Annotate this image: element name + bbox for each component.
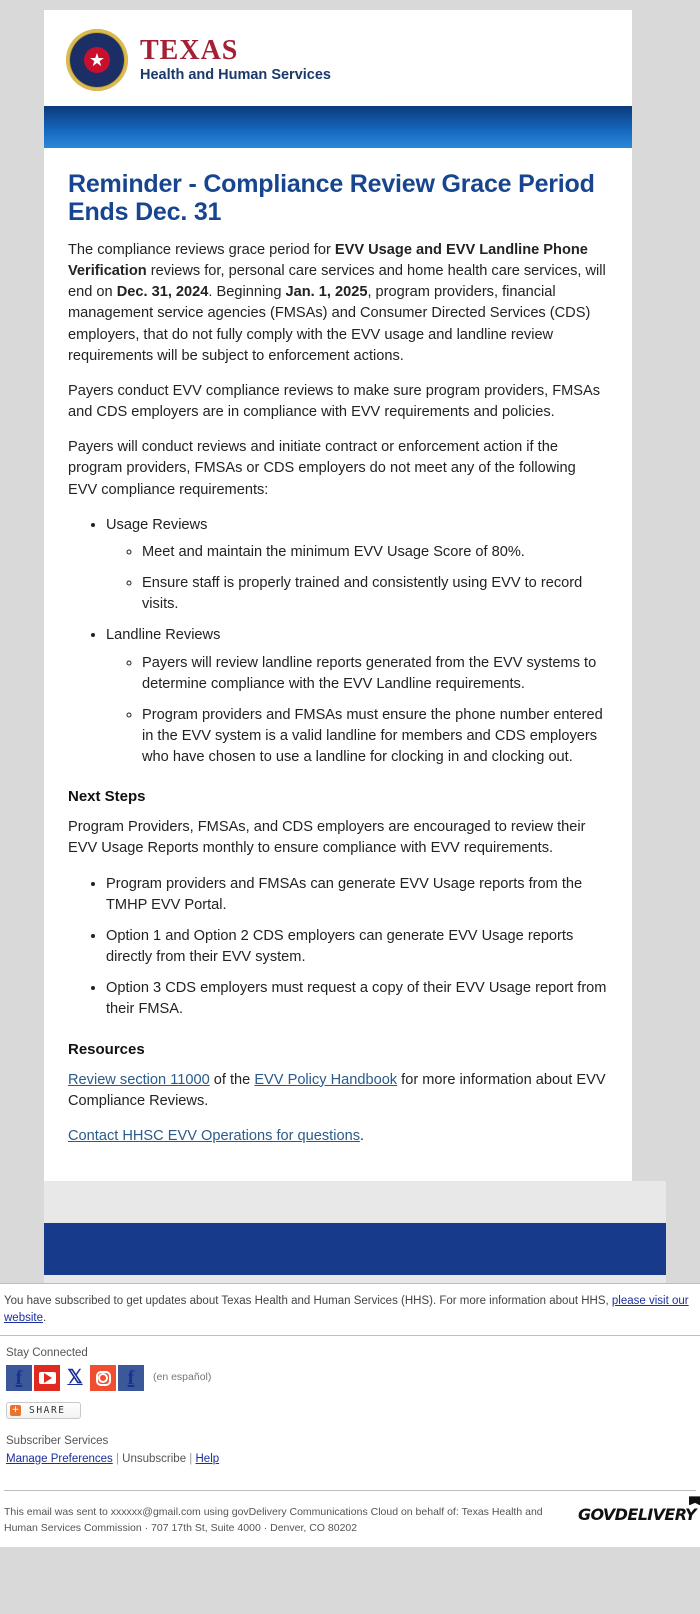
contact-paragraph: Contact HHSC EVV Operations for question… — [68, 1126, 608, 1147]
list-item: Program providers and FMSAs must ensure … — [142, 705, 608, 768]
email-tail-spacer — [44, 1181, 666, 1223]
resources-paragraph: Review section 11000 of the EVV Policy H… — [68, 1070, 608, 1112]
x-glyph: 𝕏 — [67, 1367, 83, 1389]
paragraph-3: Payers will conduct reviews and initiate… — [68, 439, 576, 498]
email-wrapper: ★ TEXAS Health and Human Services Remind… — [0, 0, 700, 1283]
govdelivery-logo: GOVDELIVERY — [577, 1496, 700, 1525]
email-bottom-spacer — [44, 1275, 666, 1283]
email-body: Reminder - Compliance Review Grace Perio… — [44, 148, 632, 1181]
list-item: Meet and maintain the minimum EVV Usage … — [142, 542, 608, 563]
link-separator-1: | — [115, 1452, 119, 1465]
intro-b2: Dec. 31, 2024 — [116, 284, 209, 301]
texas-state-seal-icon: ★ — [66, 29, 128, 91]
intro-b3: Jan. 1, 2025 — [285, 284, 368, 301]
requirement-label: Landline Reviews — [106, 627, 221, 644]
subscription-tail: . — [43, 1311, 47, 1324]
link-separator-2: | — [189, 1452, 193, 1465]
review-section-link[interactable]: Review section 11000 — [68, 1072, 210, 1088]
govdelivery-logo-text: GOVDELIVERY — [577, 1505, 697, 1525]
espanol-note: (en español) — [153, 1371, 212, 1384]
facebook-espanol-icon[interactable]: f — [118, 1365, 144, 1392]
brand-secondary: Health and Human Services — [140, 67, 331, 84]
list-item: Option 3 CDS employers must request a co… — [106, 978, 608, 1020]
resources-mid: of the — [209, 1071, 255, 1088]
list-item: Program providers and FMSAs can generate… — [106, 874, 608, 916]
brand-primary: TEXAS — [140, 35, 239, 67]
header-blue-band — [44, 106, 632, 148]
contact-evv-operations-link[interactable]: Contact HHSC EVV Operations for question… — [68, 1128, 360, 1144]
facebook-espanol-glyph: f — [127, 1366, 135, 1389]
intro-s3: . Beginning — [208, 284, 286, 301]
email-footer-bar — [44, 1223, 666, 1275]
subscriber-services-label: Subscriber Services — [6, 1435, 109, 1448]
evv-policy-handbook-link[interactable]: EVV Policy Handbook — [254, 1072, 397, 1088]
requirement-label: Usage Reviews — [106, 516, 208, 533]
share-label: SHARE — [29, 1404, 66, 1416]
youtube-glyph — [38, 1372, 56, 1385]
subscription-note: You have subscribed to get updates about… — [0, 1284, 700, 1335]
govdelivery-footer: You have subscribed to get updates about… — [0, 1283, 700, 1547]
manage-preferences-link[interactable]: Manage Preferences — [6, 1453, 113, 1465]
list-item: Ensure staff is properly trained and con… — [142, 573, 608, 615]
share-button[interactable]: + SHARE — [6, 1402, 81, 1420]
x-twitter-icon[interactable]: 𝕏 — [62, 1365, 88, 1392]
email-page: ★ TEXAS Health and Human Services Remind… — [0, 0, 700, 1547]
list-item: Usage Reviews Meet and maintain the mini… — [106, 515, 608, 616]
facebook-glyph: f — [15, 1366, 23, 1389]
brand-lockup: TEXAS Health and Human Services — [140, 37, 331, 83]
next-steps-heading: Next Steps — [68, 788, 146, 806]
social-links: f 𝕏 f (en español) — [6, 1365, 696, 1392]
requirement-sublist: Payers will review landline reports gene… — [106, 653, 608, 769]
sent-notice-text: This email was sent to xxxxxx@gmail.com … — [4, 1506, 543, 1535]
paragraph-2: Payers conduct EVV compliance reviews to… — [68, 382, 601, 421]
intro-s1: The compliance reviews grace period for — [68, 242, 335, 258]
youtube-icon[interactable] — [34, 1365, 60, 1392]
list-item: Landline Reviews Payers will review land… — [106, 625, 608, 768]
subscriber-services-links: Manage Preferences | Unsubscribe | Help — [6, 1451, 696, 1468]
email-header: ★ TEXAS Health and Human Services — [44, 10, 632, 106]
sent-notice-block: This email was sent to xxxxxx@gmail.com … — [0, 1491, 700, 1547]
govdelivery-flag-icon — [689, 1496, 700, 1506]
next-steps-list: Program providers and FMSAs can generate… — [68, 874, 608, 1021]
facebook-icon[interactable]: f — [6, 1365, 32, 1392]
email-card: ★ TEXAS Health and Human Services Remind… — [44, 10, 632, 1181]
intro-paragraph: The compliance reviews grace period for … — [68, 240, 608, 367]
resources-heading: Resources — [68, 1040, 145, 1058]
stay-connected-block: Stay Connected f 𝕏 f (en español) + SHAR… — [0, 1336, 700, 1476]
share-plus-icon: + — [10, 1405, 21, 1417]
instagram-icon[interactable] — [90, 1365, 116, 1392]
subscription-text: You have subscribed to get updates about… — [4, 1295, 612, 1307]
requirements-list: Usage Reviews Meet and maintain the mini… — [68, 515, 608, 769]
help-link[interactable]: Help — [196, 1453, 220, 1465]
contact-period: . — [360, 1127, 365, 1144]
list-item: Payers will review landline reports gene… — [142, 653, 608, 695]
requirement-sublist: Meet and maintain the minimum EVV Usage … — [106, 542, 608, 615]
unsubscribe-link[interactable]: Unsubscribe — [122, 1453, 186, 1465]
page-title: Reminder - Compliance Review Grace Perio… — [68, 170, 595, 226]
instagram-glyph — [95, 1370, 111, 1386]
stay-connected-label: Stay Connected — [6, 1347, 88, 1360]
list-item: Option 1 and Option 2 CDS employers can … — [106, 926, 608, 968]
next-steps-paragraph: Program Providers, FMSAs, and CDS employ… — [68, 819, 586, 857]
